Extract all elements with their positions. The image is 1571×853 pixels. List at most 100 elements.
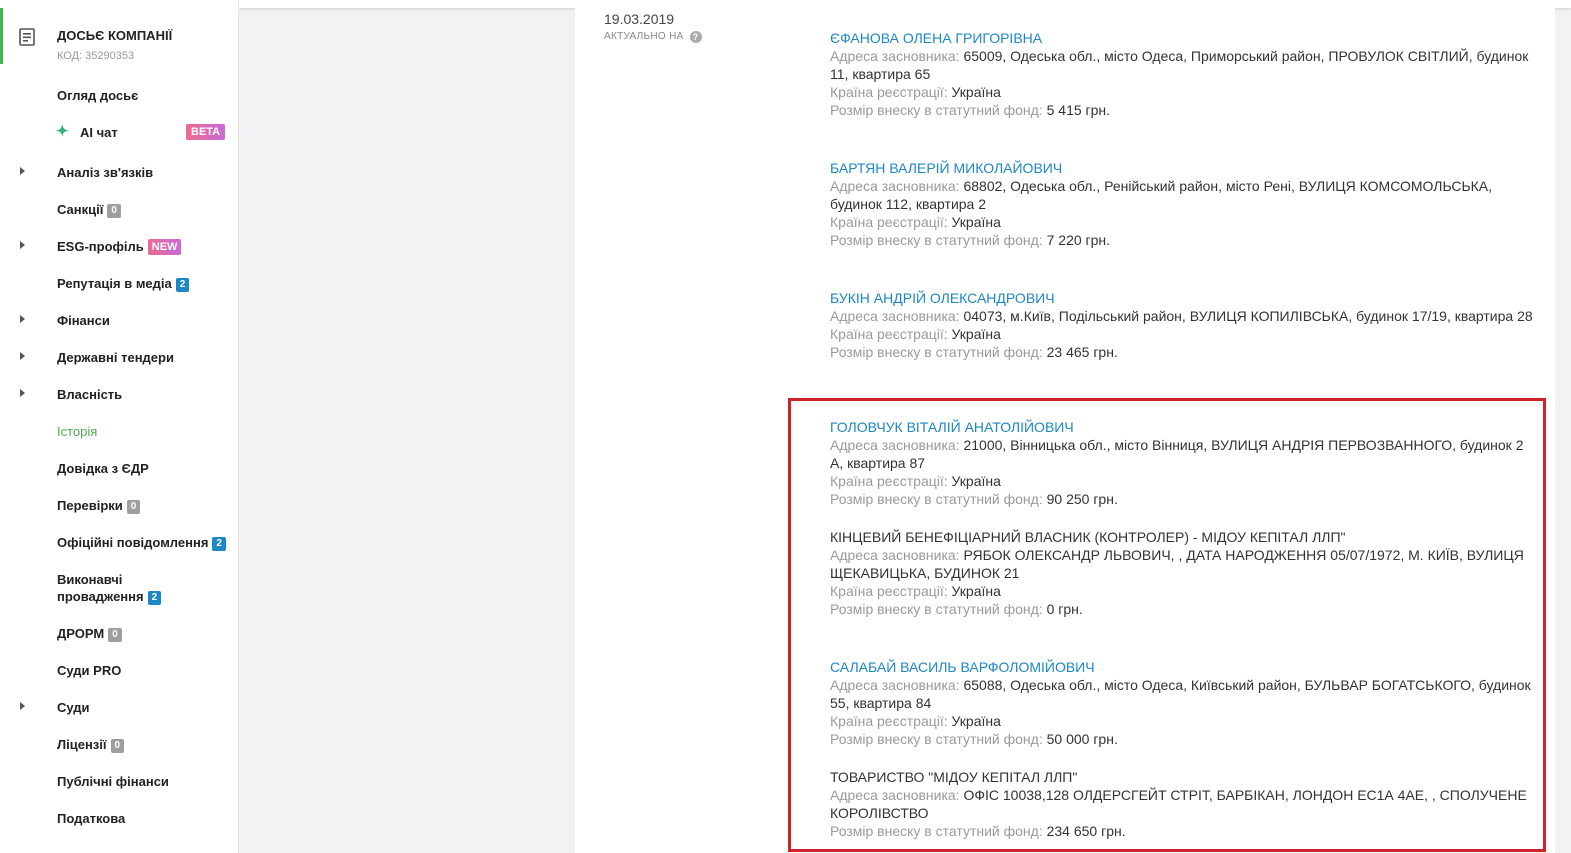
founder-country: Україна	[951, 214, 1001, 230]
sidebar-item-sanctions[interactable]: Санкції 0	[57, 201, 121, 218]
sidebar-item-label: Аналіз зв'язків	[57, 165, 154, 180]
actual-on-label: АКТУАЛЬНО НА?	[604, 31, 702, 43]
count-badge: 2	[175, 278, 190, 292]
sidebar-item-label: Історія	[57, 424, 98, 439]
beta-badge: BETA	[186, 124, 226, 140]
founder-address: 04073, м.Київ, Подільський район, ВУЛИЦЯ…	[963, 308, 1533, 324]
sidebar-item-label: Фінанси	[57, 313, 110, 328]
sidebar-item-courts[interactable]: Суди	[57, 699, 90, 716]
founder-entry: ЄФАНОВА ОЛЕНА ГРИГОРІВНА Адреса засновни…	[830, 29, 1535, 119]
capital-label: Розмір внеску в статутний фонд:	[830, 344, 1043, 360]
founder-country: Україна	[951, 473, 1001, 489]
address-label: Адреса засновника:	[830, 437, 960, 453]
help-icon[interactable]: ?	[689, 31, 702, 43]
sidebar-item-property[interactable]: Власність	[57, 386, 122, 403]
founder-capital: 50 000 грн.	[1046, 731, 1118, 747]
sidebar-item-label: Офіційні повідомлення	[57, 535, 209, 550]
founder-country: Україна	[951, 583, 1001, 599]
country-label: Країна реєстрації:	[830, 84, 948, 100]
sidebar-item-tax[interactable]: Податкова	[57, 810, 125, 827]
capital-label: Розмір внеску в статутний фонд:	[830, 491, 1043, 507]
address-label: Адреса засновника:	[830, 547, 960, 563]
sidebar-item-label: Суди	[57, 700, 90, 715]
address-label: Адреса засновника:	[830, 787, 960, 803]
count-badge: 0	[126, 500, 141, 514]
sidebar-item-media[interactable]: Репутація в медіа 2	[57, 275, 190, 292]
expand-arrow-icon[interactable]	[20, 167, 25, 175]
country-label: Країна реєстрації:	[830, 473, 948, 489]
dossier-title: ДОСЬЄ КОМПАНІЇ	[57, 28, 173, 43]
address-label: Адреса засновника:	[830, 308, 960, 324]
count-badge: 2	[212, 537, 226, 551]
sidebar-item-enforcement[interactable]: Виконавчі провадження 2	[57, 571, 162, 605]
sidebar-item-public-finance[interactable]: Публічні фінанси	[57, 773, 169, 790]
sidebar: ДОСЬЄ КОМПАНІЇ КОД: 35290353 Огляд досьє…	[0, 0, 239, 853]
dossier-code: КОД: 35290353	[57, 50, 135, 62]
founder-capital: 23 465 грн.	[1046, 344, 1118, 360]
address-label: Адреса засновника:	[830, 677, 960, 693]
sidebar-item-tenders[interactable]: Державні тендери	[57, 349, 174, 366]
company-founder-entry: ТОВАРИСТВО "МІДОУ КЕПІТАЛ ЛЛП" Адреса за…	[830, 768, 1535, 840]
sidebar-item-label: Перевірки	[57, 498, 123, 513]
beneficiary-entry: КІНЦЕВИЙ БЕНЕФІЦІАРНИЙ ВЛАСНИК (КОНТРОЛЕ…	[830, 528, 1535, 618]
sidebar-item-esg[interactable]: ESG-профіль NEW	[57, 238, 182, 255]
sidebar-item-label: Довідка з ЄДР	[57, 461, 149, 476]
country-label: Країна реєстрації:	[830, 583, 948, 599]
founder-capital: 90 250 грн.	[1046, 491, 1118, 507]
count-badge: 0	[110, 739, 125, 753]
founder-capital: 5 415 грн.	[1046, 102, 1111, 118]
founder-capital: 234 650 грн.	[1046, 823, 1126, 839]
sidebar-item-label: Податкова	[57, 811, 126, 826]
expand-arrow-icon[interactable]	[20, 241, 25, 249]
document-icon	[19, 28, 35, 46]
founder-entry: ГОЛОВЧУК ВІТАЛІЙ АНАТОЛІЙОВИЧ Адреса зас…	[830, 418, 1535, 508]
sidebar-item-drorm[interactable]: ДРОРМ 0	[57, 625, 122, 642]
sidebar-item-ai-chat[interactable]: ✦ AI чат BETA	[56, 123, 226, 141]
founder-country: Україна	[951, 713, 1001, 729]
founder-name-link[interactable]: ГОЛОВЧУК ВІТАЛІЙ АНАТОЛІЙОВИЧ	[830, 418, 1535, 436]
sidebar-item-label: ESG-профіль	[57, 239, 144, 254]
new-badge: NEW	[147, 239, 182, 255]
sidebar-item-overview[interactable]: Огляд досьє	[57, 87, 138, 104]
sidebar-item-label: AI чат	[80, 125, 118, 140]
dossier-header[interactable]: ДОСЬЄ КОМПАНІЇ КОД: 35290353	[0, 8, 238, 64]
expand-arrow-icon[interactable]	[20, 352, 25, 360]
beneficiary-name: КІНЦЕВИЙ БЕНЕФІЦІАРНИЙ ВЛАСНИК (КОНТРОЛЕ…	[830, 529, 1346, 545]
founder-name-link[interactable]: БАРТЯН ВАЛЕРІЙ МИКОЛАЙОВИЧ	[830, 159, 1535, 177]
founder-name-link[interactable]: ЄФАНОВА ОЛЕНА ГРИГОРІВНА	[830, 29, 1535, 47]
sidebar-item-relations[interactable]: Аналіз зв'язків	[57, 164, 153, 181]
expand-arrow-icon[interactable]	[20, 315, 25, 323]
founder-name-link[interactable]: САЛАБАЙ ВАСИЛЬ ВАРФОЛОМІЙОВИЧ	[830, 658, 1535, 676]
count-badge: 0	[107, 204, 121, 218]
top-bar	[239, 0, 1571, 8]
sidebar-item-edr[interactable]: Довідка з ЄДР	[57, 460, 149, 477]
sidebar-item-courts-pro[interactable]: Суди PRO	[57, 662, 121, 679]
country-label: Країна реєстрації:	[830, 713, 948, 729]
capital-label: Розмір внеску в статутний фонд:	[830, 102, 1043, 118]
sidebar-item-label: Огляд досьє	[57, 88, 139, 103]
sidebar-item-label: ДРОРМ	[57, 626, 105, 641]
country-label: Країна реєстрації:	[830, 326, 948, 342]
expand-arrow-icon[interactable]	[20, 389, 25, 397]
sidebar-item-label: Державні тендери	[57, 350, 174, 365]
sidebar-item-label: Репутація в медіа	[57, 276, 172, 291]
capital-label: Розмір внеску в статутний фонд:	[830, 601, 1043, 617]
sidebar-item-notices[interactable]: Офіційні повідомлення 2	[57, 534, 226, 551]
sidebar-item-licenses[interactable]: Ліцензії 0	[57, 736, 125, 753]
sidebar-item-history[interactable]: Історія	[57, 423, 97, 440]
founder-entry: БУКІН АНДРІЙ ОЛЕКСАНДРОВИЧ Адреса заснов…	[830, 289, 1535, 361]
country-label: Країна реєстрації:	[830, 214, 948, 230]
company-founder-name: ТОВАРИСТВО "МІДОУ КЕПІТАЛ ЛЛП"	[830, 769, 1078, 785]
sidebar-item-finance[interactable]: Фінанси	[57, 312, 110, 329]
capital-label: Розмір внеску в статутний фонд:	[830, 823, 1043, 839]
count-badge: 0	[108, 628, 122, 642]
capital-label: Розмір внеску в статутний фонд:	[830, 731, 1043, 747]
expand-arrow-icon[interactable]	[20, 702, 25, 710]
count-badge: 2	[147, 591, 162, 605]
address-label: Адреса засновника:	[830, 48, 960, 64]
founder-country: Україна	[951, 326, 1001, 342]
founder-name-link[interactable]: БУКІН АНДРІЙ ОЛЕКСАНДРОВИЧ	[830, 289, 1535, 307]
sidebar-item-inspections[interactable]: Перевірки 0	[57, 497, 141, 514]
sidebar-item-label: Суди PRO	[57, 663, 122, 678]
founder-capital: 7 220 грн.	[1046, 232, 1111, 248]
